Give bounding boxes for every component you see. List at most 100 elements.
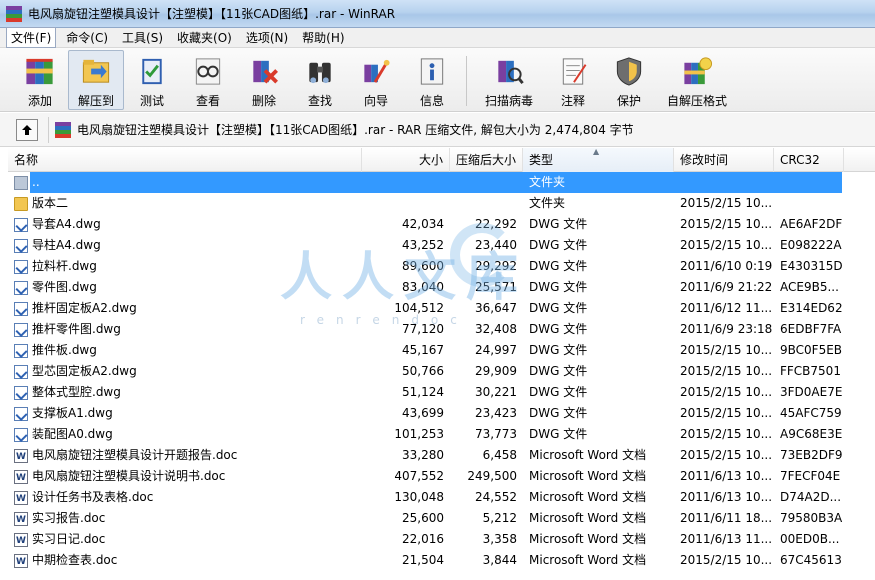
file-packed-size: 29,909 [475, 364, 517, 378]
col-packed-header[interactable]: 压缩后大小 [450, 148, 523, 172]
file-modified: 2011/6/12 11... [680, 301, 773, 315]
col-name-header[interactable]: 名称 [8, 148, 362, 172]
dwg-file-icon [14, 385, 28, 400]
file-name-cell: 型芯固定板A2.dwg [8, 361, 362, 382]
menu-commands[interactable]: 命令(C) [62, 28, 112, 47]
winrar-app-icon[interactable] [6, 5, 22, 22]
file-row[interactable]: 导套A4.dwg 42,034 22,292 DWG 文件 2015/2/15 10..… [8, 214, 875, 235]
dwg-file-icon [14, 343, 28, 358]
word-doc-icon [14, 552, 28, 571]
info-icon [420, 58, 444, 85]
file-name-cell: 拉料杆.dwg [8, 256, 362, 277]
file-type: Microsoft Word 文档 [529, 532, 647, 546]
add-button[interactable]: 添加 [12, 50, 68, 110]
info-button[interactable]: 信息 [404, 50, 460, 110]
find-binoculars-icon [309, 62, 331, 84]
menu-help[interactable]: 帮助(H) [298, 28, 348, 47]
file-packed-size: 22,292 [475, 217, 517, 231]
col-size-header[interactable]: 大小 [362, 148, 450, 172]
file-row[interactable]: 版本二 文件夹 2015/2/15 10... [8, 193, 875, 214]
col-crc-header[interactable]: CRC32 [774, 148, 844, 172]
file-row[interactable]: 推杆固定板A2.dwg 104,512 36,647 DWG 文件 2011/6/12 … [8, 298, 875, 319]
dwg-file-icon [14, 427, 28, 442]
menu-bar: 文件(F) 命令(C) 工具(S) 收藏夹(O) 选项(N) 帮助(H) [0, 27, 875, 48]
menu-options[interactable]: 选项(N) [242, 28, 292, 47]
file-size: 130,048 [394, 490, 444, 504]
file-crc: D74A2D... [780, 490, 842, 504]
extract-to-button[interactable]: 解压到 [68, 50, 124, 110]
menu-favorites[interactable]: 收藏夹(O) [173, 28, 236, 47]
file-modified: 2011/6/9 23:18 [680, 322, 773, 336]
file-row[interactable]: 实习日记.doc 22,016 3,358 Microsoft Word 文档 2011… [8, 529, 875, 550]
file-row[interactable]: 推杆零件图.dwg 77,120 32,408 DWG 文件 2011/6/9 23:1… [8, 319, 875, 340]
file-list: .. 文件夹 版本二 文件夹 2015/2/15 10... 导套A4.dwg 42,034… [8, 172, 875, 571]
file-type: DWG 文件 [529, 343, 588, 357]
file-name-cell: 装配图A0.dwg [8, 424, 362, 445]
find-label: 查找 [307, 94, 332, 108]
file-crc: ACE9B5... [780, 280, 839, 294]
menu-tools[interactable]: 工具(S) [118, 28, 167, 47]
rar-archive-icon [55, 121, 71, 138]
file-type: DWG 文件 [529, 259, 588, 273]
file-size: 407,552 [394, 469, 444, 483]
file-row[interactable]: 电风扇旋钮注塑模具设计说明书.doc 407,552 249,500 Microsof… [8, 466, 875, 487]
file-name: 装配图A0.dwg [32, 427, 113, 441]
file-packed-size [450, 193, 523, 214]
file-row[interactable]: 零件图.dwg 83,040 25,571 DWG 文件 2011/6/9 21:22 A… [8, 277, 875, 298]
file-crc: 7FECF04E [780, 469, 841, 483]
word-doc-icon [14, 447, 28, 466]
file-row[interactable]: 实习报告.doc 25,600 5,212 Microsoft Word 文档 2011… [8, 508, 875, 529]
file-name-cell: 设计任务书及表格.doc [8, 487, 362, 508]
file-name: 推杆固定板A2.dwg [32, 301, 137, 315]
file-modified: 2015/2/15 10... [680, 217, 773, 231]
path-separator [48, 116, 49, 143]
info-label: 信息 [419, 94, 444, 108]
find-button[interactable]: 查找 [292, 50, 348, 110]
word-doc-icon [14, 510, 28, 529]
file-crc: E430315D [780, 259, 843, 273]
file-packed-size: 23,423 [475, 406, 517, 420]
test-button[interactable]: 测试 [124, 50, 180, 110]
file-size: 51,124 [402, 385, 444, 399]
file-row[interactable]: 中期检查表.doc 21,504 3,844 Microsoft Word 文档 201… [8, 550, 875, 571]
file-row[interactable]: 装配图A0.dwg 101,253 73,773 DWG 文件 2015/2/15 10… [8, 424, 875, 445]
file-row[interactable]: 电风扇旋钮注塑模具设计开题报告.doc 33,280 6,458 Microsoft … [8, 445, 875, 466]
view-button[interactable]: 查看 [180, 50, 236, 110]
delete-label: 删除 [251, 94, 276, 108]
file-row[interactable]: 推件板.dwg 45,167 24,997 DWG 文件 2015/2/15 10...… [8, 340, 875, 361]
file-crc: FFCB7501 [780, 364, 841, 378]
file-row[interactable]: 型芯固定板A2.dwg 50,766 29,909 DWG 文件 2015/2/15 1… [8, 361, 875, 382]
file-row[interactable]: 设计任务书及表格.doc 130,048 24,552 Microsoft Word … [8, 487, 875, 508]
file-row[interactable]: 导柱A4.dwg 43,252 23,440 DWG 文件 2015/2/15 10..… [8, 235, 875, 256]
dwg-file-icon [14, 301, 28, 316]
dwg-file-icon [14, 406, 28, 421]
menu-file[interactable]: 文件(F) [6, 27, 57, 48]
file-row[interactable]: 支撑板A1.dwg 43,699 23,423 DWG 文件 2015/2/15 10.… [8, 403, 875, 424]
file-row[interactable]: 拉料杆.dwg 89,600 29,292 DWG 文件 2011/6/10 0:19 E… [8, 256, 875, 277]
sfx-button[interactable]: 自解压格式 [657, 50, 737, 110]
col-type-header[interactable]: 类型 ▲ [523, 147, 674, 172]
delete-button[interactable]: 删除 [236, 50, 292, 110]
path-bar: 电风扇旋钮注塑模具设计【注塑模】【11张CAD图纸】.rar - RAR 压缩文… [0, 113, 875, 147]
file-crc [774, 193, 844, 214]
file-modified: 2015/2/15 10... [680, 448, 773, 462]
comment-button[interactable]: 注释 [545, 50, 601, 110]
file-row[interactable]: 整体式型腔.dwg 51,124 30,221 DWG 文件 2015/2/15 10.… [8, 382, 875, 403]
wizard-button[interactable]: 向导 [348, 50, 404, 110]
folder-icon [14, 196, 28, 211]
file-packed-size [450, 172, 523, 193]
protect-button[interactable]: 保护 [601, 50, 657, 110]
archive-path-text: 电风扇旋钮注塑模具设计【注塑模】【11张CAD图纸】.rar - RAR 压缩文… [77, 123, 634, 137]
up-folder-button[interactable] [16, 118, 38, 141]
file-name-cell: 实习日记.doc [8, 529, 362, 550]
file-modified: 2011/6/13 10... [680, 469, 773, 483]
col-modified-header[interactable]: 修改时间 [674, 148, 774, 172]
file-type: 文件夹 [529, 196, 566, 210]
virus-scan-button[interactable]: 扫描病毒 [473, 50, 545, 110]
file-modified: 2011/6/11 18... [680, 511, 773, 525]
file-name: 版本二 [32, 196, 69, 210]
file-size: 43,699 [402, 406, 444, 420]
file-row[interactable]: .. 文件夹 [8, 172, 875, 193]
comment-icon [562, 58, 587, 85]
file-name-cell: .. [8, 172, 362, 193]
